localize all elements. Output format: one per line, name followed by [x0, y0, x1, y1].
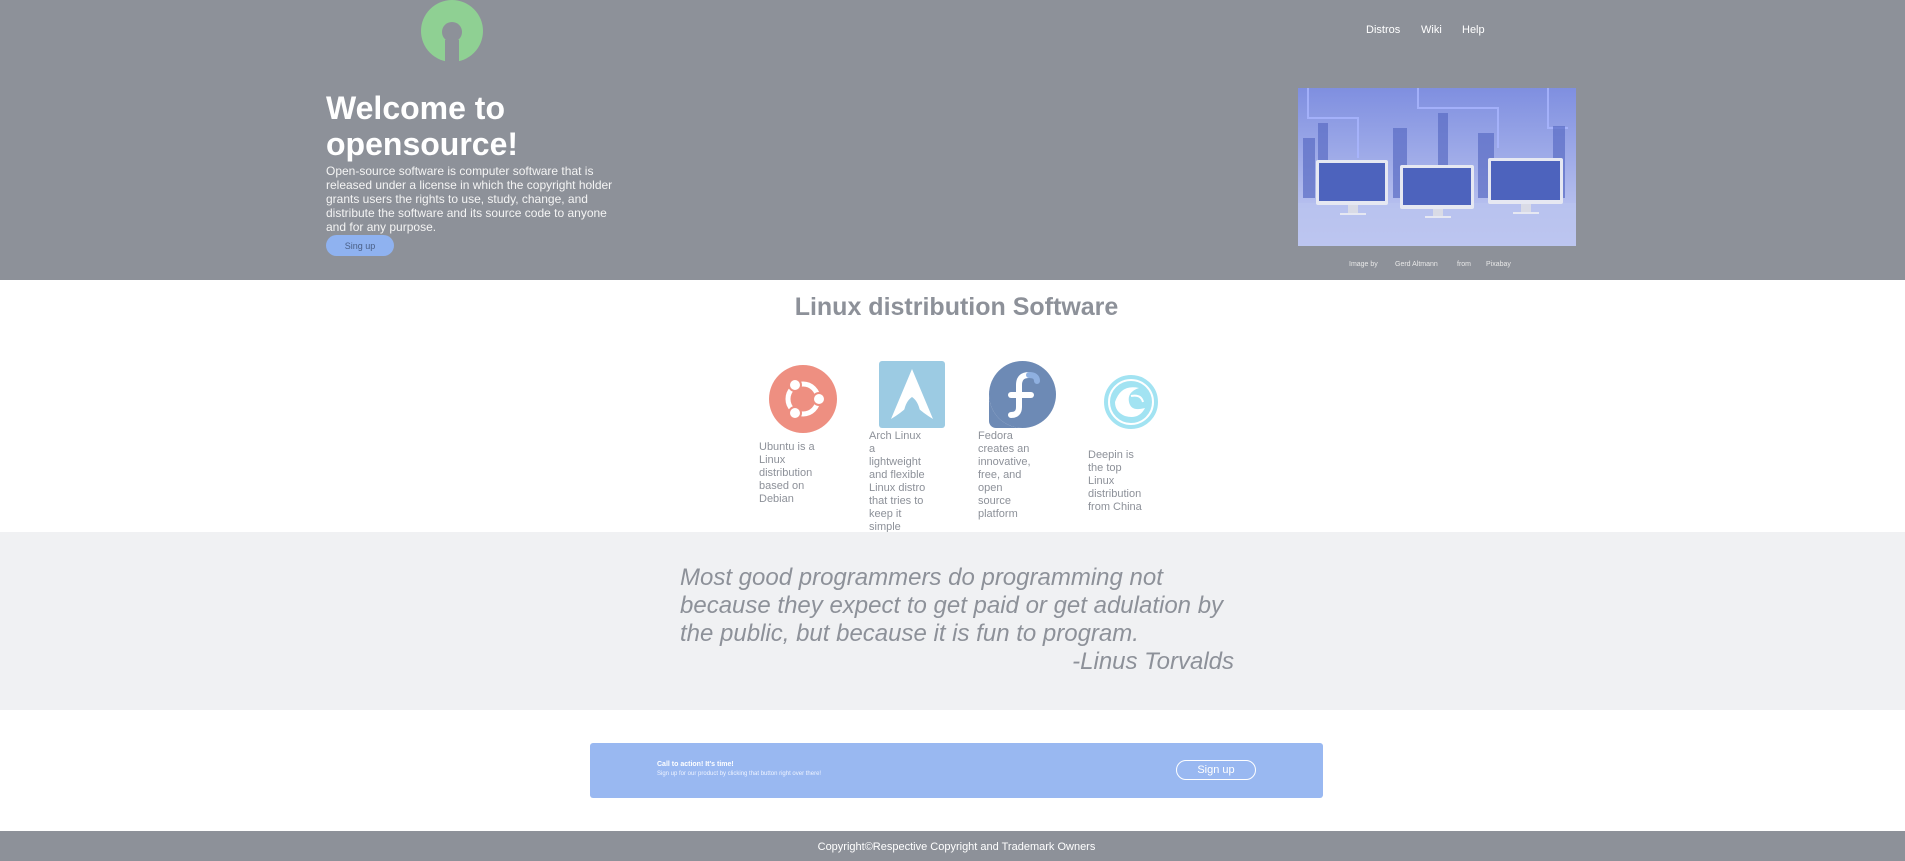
- deepin-logo-icon: [1102, 373, 1160, 431]
- call-to-action-banner: Call to action! It's time! Sign up for o…: [590, 743, 1323, 798]
- fedora-logo-icon: [989, 361, 1056, 428]
- footer: Copyright©Respective Copyright and Trade…: [0, 831, 1905, 861]
- distro-description-arch: Arch Linux a lightweight and flexible Li…: [869, 430, 926, 533]
- hero-section: Distros Wiki Help Welcome to opensource!…: [0, 0, 1905, 280]
- cta-title: Call to action! It's time!: [657, 761, 734, 768]
- quote-author: -Linus Torvalds: [1072, 648, 1234, 675]
- hero-title: Welcome to opensource!: [326, 90, 519, 162]
- arch-linux-logo-icon: [879, 361, 945, 428]
- hero-description: Open-source software is computer softwar…: [326, 164, 613, 234]
- credit-from: from: [1457, 261, 1471, 268]
- nav-link-distros[interactable]: Distros: [1366, 24, 1400, 36]
- quote-text: Most good programmers do programming not…: [680, 564, 1224, 647]
- open-source-logo-icon[interactable]: [420, 0, 484, 62]
- cta-signup-button[interactable]: Sign up: [1176, 760, 1256, 780]
- distro-description-deepin: Deepin is the top Linux distribution fro…: [1088, 449, 1142, 513]
- credit-prefix: Image by: [1349, 261, 1378, 268]
- hero-image: [1298, 88, 1576, 246]
- cta-subtitle: Sign up for our product by clicking that…: [657, 771, 822, 777]
- ubuntu-logo-icon: [769, 365, 837, 433]
- distro-description-fedora: Fedora creates an innovative, free, and …: [978, 430, 1031, 520]
- footer-copyright: Copyright©Respective Copyright and Trade…: [817, 841, 1096, 853]
- section-title: Linux distribution Software: [794, 293, 1119, 321]
- credit-source-link[interactable]: Pixabay: [1486, 261, 1511, 268]
- credit-author-link[interactable]: Gerd Altmann: [1395, 261, 1438, 268]
- nav-link-wiki[interactable]: Wiki: [1421, 24, 1442, 36]
- nav-link-help[interactable]: Help: [1462, 24, 1485, 36]
- hero-signup-button[interactable]: Sing up: [326, 235, 394, 256]
- distro-description-ubuntu: Ubuntu is a Linux distribution based on …: [759, 441, 815, 505]
